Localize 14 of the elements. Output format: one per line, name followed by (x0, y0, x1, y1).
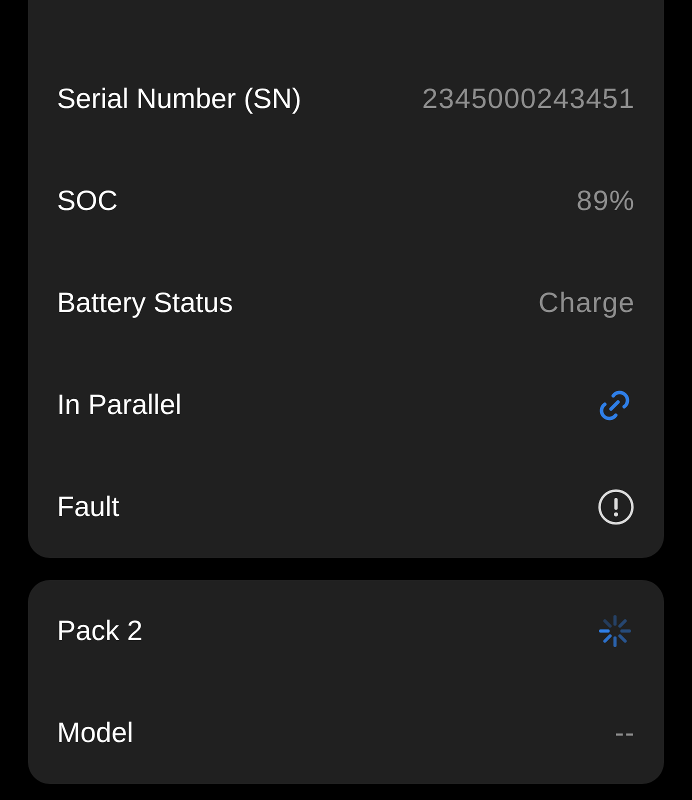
row-label: Model (57, 717, 134, 749)
row-label: Serial Number (SN) (57, 83, 302, 115)
row-label: Pack 2 (57, 615, 143, 647)
row-value: Charge (538, 287, 635, 319)
row-value: -- (614, 717, 635, 749)
row-value: 2345000243451 (422, 83, 635, 115)
row-label: In Parallel (57, 389, 182, 421)
row-value: 89% (576, 185, 635, 217)
row-label: SOC (57, 185, 118, 217)
row-label: Battery Status (57, 287, 233, 319)
alert-icon (598, 489, 634, 525)
row-label: Fault (57, 491, 120, 523)
link-icon (598, 388, 631, 422)
loading-spinner-icon (598, 614, 632, 648)
